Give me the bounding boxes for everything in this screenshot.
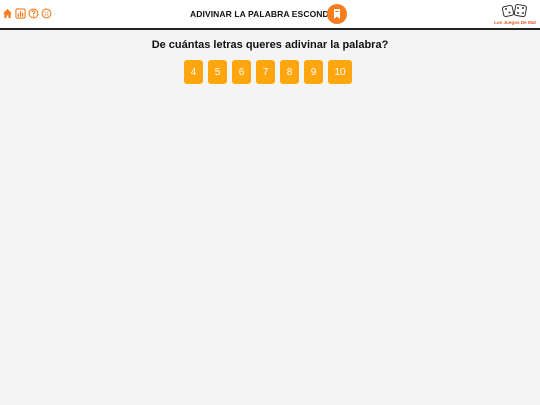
bookmark-icon	[327, 4, 347, 24]
choice-4-button[interactable]: 4	[184, 60, 203, 84]
stats-icon[interactable]	[15, 8, 26, 19]
choice-8-button[interactable]: 8	[280, 60, 299, 84]
help-icon[interactable]	[28, 8, 39, 19]
top-bar: ADIVINAR LA PALABRA ESCONDIDA Los Juegos…	[0, 0, 540, 30]
toolbar-icons	[2, 8, 52, 19]
choice-6-button[interactable]: 6	[232, 60, 251, 84]
letter-count-choices: 4 5 6 7 8 9 10	[184, 60, 352, 84]
site-logo[interactable]: Los Juegos De Mat	[491, 2, 539, 26]
choice-7-button[interactable]: 7	[256, 60, 275, 84]
page-title: ADIVINAR LA PALABRA ESCONDIDA	[190, 9, 344, 19]
home-icon[interactable]	[2, 8, 13, 19]
choice-10-button[interactable]: 10	[328, 60, 352, 84]
logo-text: Los Juegos De Mat	[494, 20, 536, 25]
choice-5-button[interactable]: 5	[208, 60, 227, 84]
fullscreen-icon[interactable]	[41, 8, 52, 19]
question-text: De cuántas letras queres adivinar la pal…	[151, 39, 389, 51]
choice-9-button[interactable]: 9	[304, 60, 323, 84]
dice-icon	[501, 4, 527, 18]
